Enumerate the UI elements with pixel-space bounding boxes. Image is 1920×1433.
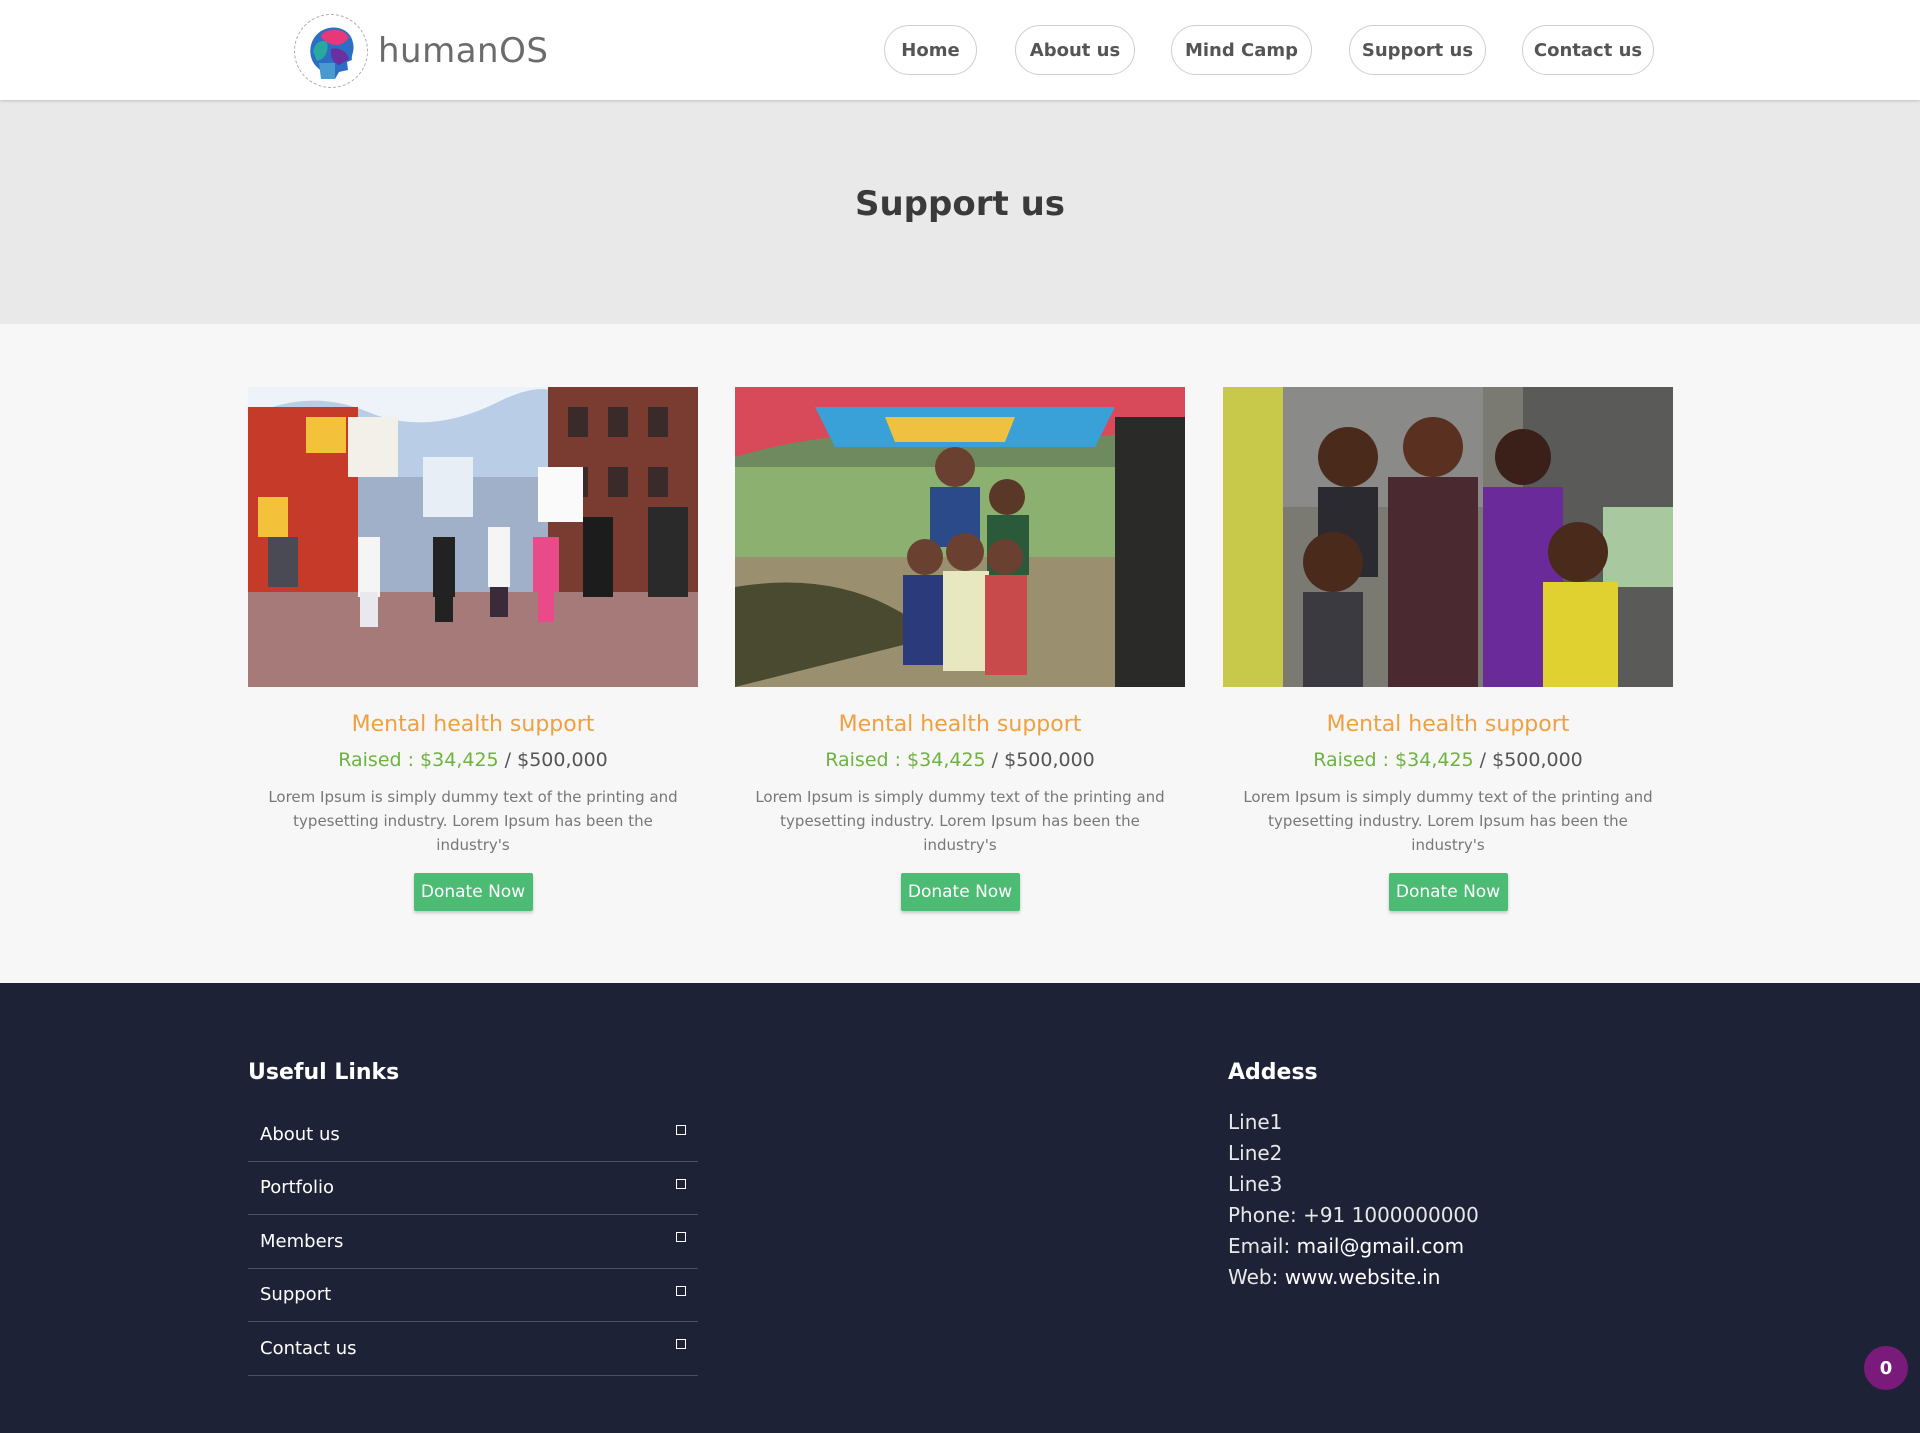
address-line: Line2 (1228, 1141, 1283, 1165)
nav-mind-camp[interactable]: Mind Camp (1171, 25, 1312, 75)
page-banner: Support us (0, 100, 1920, 324)
nav-support-us[interactable]: Support us (1349, 25, 1486, 75)
campaign-card: Mental health support Raised : $34,425 /… (735, 387, 1185, 911)
donate-button[interactable]: Donate Now (413, 873, 533, 911)
web-line: Web: www.website.in (1228, 1262, 1479, 1293)
campaign-image-protest (248, 387, 698, 687)
web-link[interactable]: www.website.in (1285, 1265, 1441, 1289)
campaign-image-children (1223, 387, 1673, 687)
campaign-description: Lorem Ipsum is simply dummy text of the … (1243, 788, 1653, 854)
donate-button[interactable]: Donate Now (1388, 873, 1508, 911)
square-icon (676, 1178, 686, 1189)
footer-link-label: Support (260, 1284, 332, 1306)
nav-about-us[interactable]: About us (1015, 25, 1135, 75)
footer-link-label: Contact us (260, 1337, 357, 1359)
logo-text: humanOS (378, 31, 549, 71)
footer-link-support[interactable]: Support (248, 1269, 698, 1322)
campaign-description: Lorem Ipsum is simply dummy text of the … (755, 788, 1165, 854)
raised-amount: Raised : $34,425 (338, 749, 499, 771)
campaign-card: Mental health support Raised : $34,425 /… (1223, 387, 1673, 911)
goal-amount: / $500,000 (985, 749, 1095, 771)
raised-amount: Raised : $34,425 (825, 749, 986, 771)
useful-links-heading: Useful Links (248, 1060, 400, 1085)
address-line: Line1 (1228, 1110, 1283, 1134)
page-title: Support us (854, 184, 1066, 224)
campaign-title: Mental health support (838, 712, 1082, 737)
notification-badge[interactable]: 0 (1864, 1346, 1908, 1390)
campaign-raised: Raised : $34,425 / $500,000 (1223, 749, 1673, 771)
campaign-card: Mental health support Raised : $34,425 /… (248, 387, 698, 911)
footer-link-about-us[interactable]: About us (248, 1108, 698, 1162)
campaign-description: Lorem Ipsum is simply dummy text of the … (268, 788, 678, 854)
email-line: Email: mail@gmail.com (1228, 1231, 1479, 1262)
donate-button[interactable]: Donate Now (900, 873, 1020, 911)
campaign-title: Mental health support (351, 712, 595, 737)
nav-home[interactable]: Home (884, 25, 977, 75)
address-line: Line3 (1228, 1172, 1283, 1196)
useful-links-list: About us Portfolio Members Support Conta… (248, 1108, 698, 1376)
raised-amount: Raised : $34,425 (1313, 749, 1474, 771)
email-label: Email: (1228, 1234, 1291, 1258)
nav-contact-us[interactable]: Contact us (1522, 25, 1654, 75)
campaign-raised: Raised : $34,425 / $500,000 (735, 749, 1185, 771)
phone-label: Phone: (1228, 1203, 1297, 1227)
footer-link-members[interactable]: Members (248, 1215, 698, 1269)
web-label: Web: (1228, 1265, 1279, 1289)
footer-link-label: Portfolio (260, 1177, 335, 1199)
footer-link-contact-us[interactable]: Contact us (248, 1322, 698, 1376)
campaign-raised: Raised : $34,425 / $500,000 (248, 749, 698, 771)
address-heading: Addess (1228, 1060, 1318, 1085)
address-block: Line1 Line2 Line3 Phone: +91 1000000000 … (1228, 1107, 1479, 1293)
logo[interactable]: humanOS (294, 14, 548, 88)
phone-value: +91 1000000000 (1303, 1203, 1479, 1227)
goal-amount: / $500,000 (498, 749, 608, 771)
square-icon (676, 1285, 686, 1296)
site-header: humanOS Home About us Mind Camp Support … (0, 0, 1920, 100)
footer-link-label: About us (260, 1123, 340, 1145)
head-logo-icon (294, 14, 368, 88)
site-footer: Useful Links About us Portfolio Members … (0, 983, 1920, 1433)
campaign-image-boys (735, 387, 1185, 687)
footer-link-portfolio[interactable]: Portfolio (248, 1162, 698, 1215)
campaign-title: Mental health support (1326, 712, 1570, 737)
square-icon (676, 1125, 686, 1136)
campaigns-section: Mental health support Raised : $34,425 /… (0, 324, 1920, 984)
square-icon (676, 1232, 686, 1243)
square-icon (676, 1339, 686, 1350)
footer-link-label: Members (260, 1230, 344, 1252)
email-link[interactable]: mail@gmail.com (1297, 1234, 1464, 1258)
goal-amount: / $500,000 (1473, 749, 1583, 771)
phone-line: Phone: +91 1000000000 (1228, 1200, 1479, 1231)
